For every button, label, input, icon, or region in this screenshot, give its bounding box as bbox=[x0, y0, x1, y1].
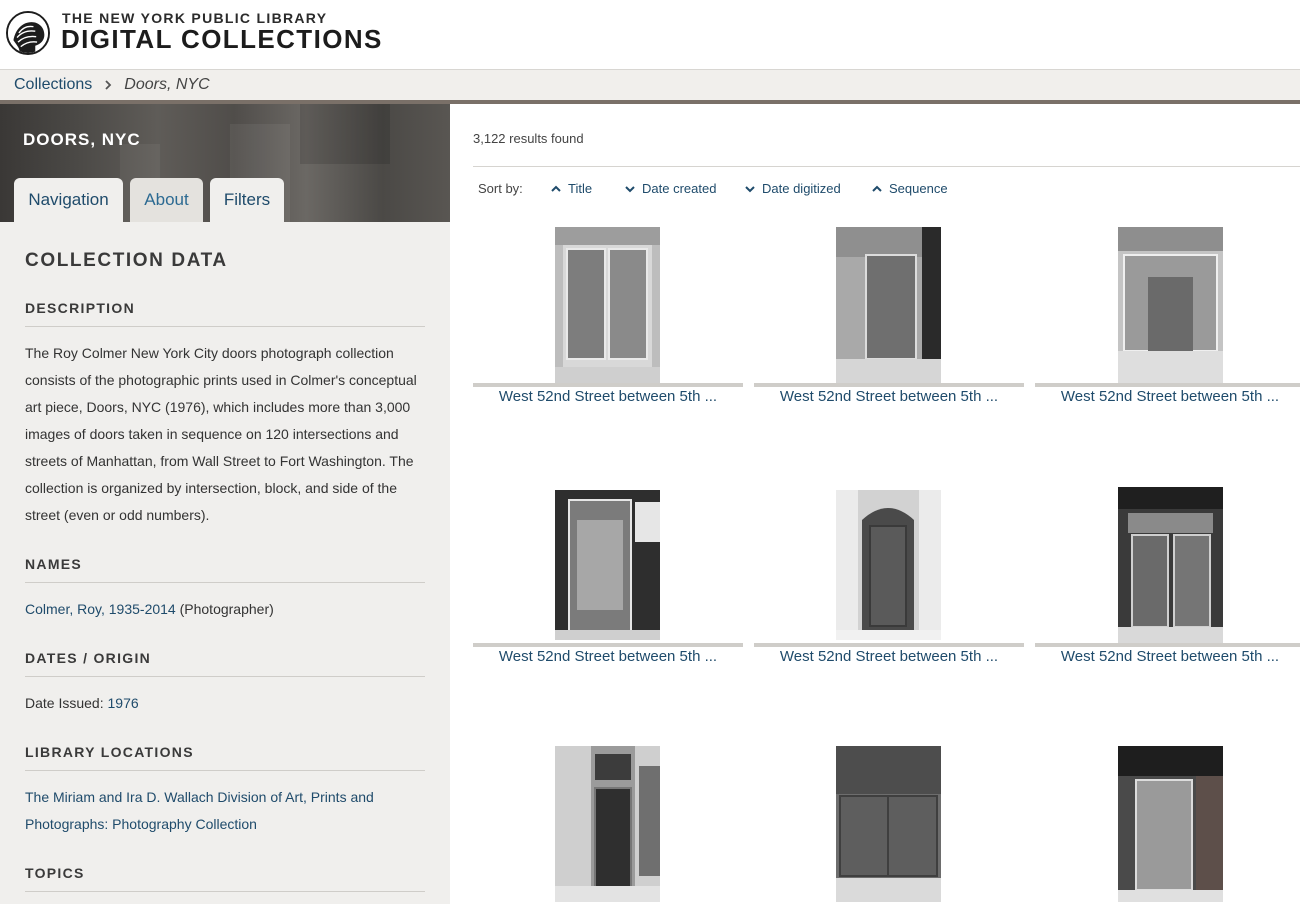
result-card[interactable] bbox=[1035, 746, 1300, 904]
dates-heading: DATES / ORIGIN bbox=[25, 650, 425, 677]
sort-title-label: Title bbox=[568, 181, 593, 196]
result-title[interactable]: West 52nd Street between 5th ... bbox=[1035, 388, 1300, 405]
breadcrumb-collections-link[interactable]: Collections bbox=[14, 76, 92, 94]
chevron-up-icon bbox=[550, 183, 562, 195]
chevron-down-icon bbox=[744, 183, 756, 195]
nypl-lion-logo-icon[interactable] bbox=[6, 11, 50, 55]
result-card[interactable] bbox=[473, 746, 743, 904]
door-photo-thumbnail[interactable] bbox=[836, 746, 941, 904]
topics-heading: TOPICS bbox=[25, 865, 425, 892]
sort-sequence-label: Sequence bbox=[889, 181, 948, 196]
date-label: Date Issued: bbox=[25, 695, 108, 711]
collection-sidebar: DOORS, NYC Navigation About Filters COLL… bbox=[0, 104, 450, 904]
door-photo-thumbnail[interactable] bbox=[1118, 227, 1223, 383]
result-card[interactable] bbox=[754, 746, 1024, 904]
sort-date-created-button[interactable]: Date created bbox=[624, 181, 716, 196]
result-card[interactable]: West 52nd Street between 5th ... bbox=[754, 227, 1024, 427]
door-photo-thumbnail[interactable] bbox=[555, 487, 660, 643]
chevron-right-icon bbox=[104, 77, 112, 93]
results-count: 3,122 results found bbox=[473, 131, 584, 146]
date-link[interactable]: 1976 bbox=[108, 695, 139, 711]
result-title[interactable]: West 52nd Street between 5th ... bbox=[754, 388, 1024, 405]
tab-filters[interactable]: Filters bbox=[210, 178, 284, 222]
breadcrumb-current: Doors, NYC bbox=[124, 76, 210, 93]
names-heading: NAMES bbox=[25, 556, 425, 583]
door-photo-thumbnail[interactable] bbox=[555, 746, 660, 904]
breadcrumb: Collections Doors, NYC bbox=[0, 70, 1300, 100]
collection-hero-image: DOORS, NYC Navigation About Filters bbox=[0, 104, 450, 222]
result-title[interactable]: West 52nd Street between 5th ... bbox=[754, 648, 1024, 665]
sort-date-digitized-button[interactable]: Date digitized bbox=[744, 181, 841, 196]
sort-sequence-button[interactable]: Sequence bbox=[871, 181, 948, 196]
location-line-2: Photographs: Photography Collection bbox=[25, 816, 257, 832]
result-card[interactable]: West 52nd Street between 5th ... bbox=[473, 487, 743, 687]
location-link[interactable]: The Miriam and Ira D. Wallach Division o… bbox=[25, 784, 374, 838]
description-text: The Roy Colmer New York City doors photo… bbox=[25, 345, 417, 523]
tab-navigation[interactable]: Navigation bbox=[14, 178, 123, 222]
chevron-up-icon bbox=[871, 183, 883, 195]
chevron-down-icon bbox=[624, 183, 636, 195]
locations-heading: LIBRARY LOCATIONS bbox=[25, 744, 425, 771]
door-photo-thumbnail[interactable] bbox=[1118, 746, 1223, 904]
description-heading: DESCRIPTION bbox=[25, 300, 425, 327]
result-card[interactable]: West 52nd Street between 5th ... bbox=[473, 227, 743, 427]
sort-label: Sort by: bbox=[478, 181, 523, 196]
name-role: (Photographer) bbox=[175, 601, 274, 617]
names-value: Colmer, Roy, 1935-2014 (Photographer) bbox=[25, 596, 274, 623]
door-photo-thumbnail[interactable] bbox=[1118, 487, 1223, 643]
name-link[interactable]: Colmer, Roy, 1935-2014 bbox=[25, 601, 176, 617]
result-card[interactable]: West 52nd Street between 5th ... bbox=[754, 487, 1024, 687]
result-title[interactable]: West 52nd Street between 5th ... bbox=[473, 388, 743, 405]
door-photo-thumbnail[interactable] bbox=[836, 487, 941, 643]
sort-date-digitized-label: Date digitized bbox=[762, 181, 841, 196]
collection-title: DOORS, NYC bbox=[23, 130, 141, 149]
section-title: COLLECTION DATA bbox=[25, 250, 228, 271]
sort-date-created-label: Date created bbox=[642, 181, 717, 196]
door-photo-thumbnail[interactable] bbox=[836, 227, 941, 383]
tab-about[interactable]: About bbox=[130, 178, 203, 222]
dates-value: Date Issued: 1976 bbox=[25, 690, 139, 717]
brand-main-text[interactable]: DIGITAL COLLECTIONS bbox=[61, 24, 383, 55]
result-card[interactable]: West 52nd Street between 5th ... bbox=[1035, 227, 1300, 427]
site-header: THE NEW YORK PUBLIC LIBRARY DIGITAL COLL… bbox=[0, 0, 1300, 70]
sort-title-button[interactable]: Title bbox=[550, 181, 592, 196]
results-divider bbox=[473, 166, 1300, 167]
result-card[interactable]: West 52nd Street between 5th ... bbox=[1035, 487, 1300, 687]
location-line-1: The Miriam and Ira D. Wallach Division o… bbox=[25, 789, 374, 805]
result-title[interactable]: West 52nd Street between 5th ... bbox=[473, 648, 743, 665]
door-photo-thumbnail[interactable] bbox=[555, 227, 660, 383]
result-title[interactable]: West 52nd Street between 5th ... bbox=[1035, 648, 1300, 665]
